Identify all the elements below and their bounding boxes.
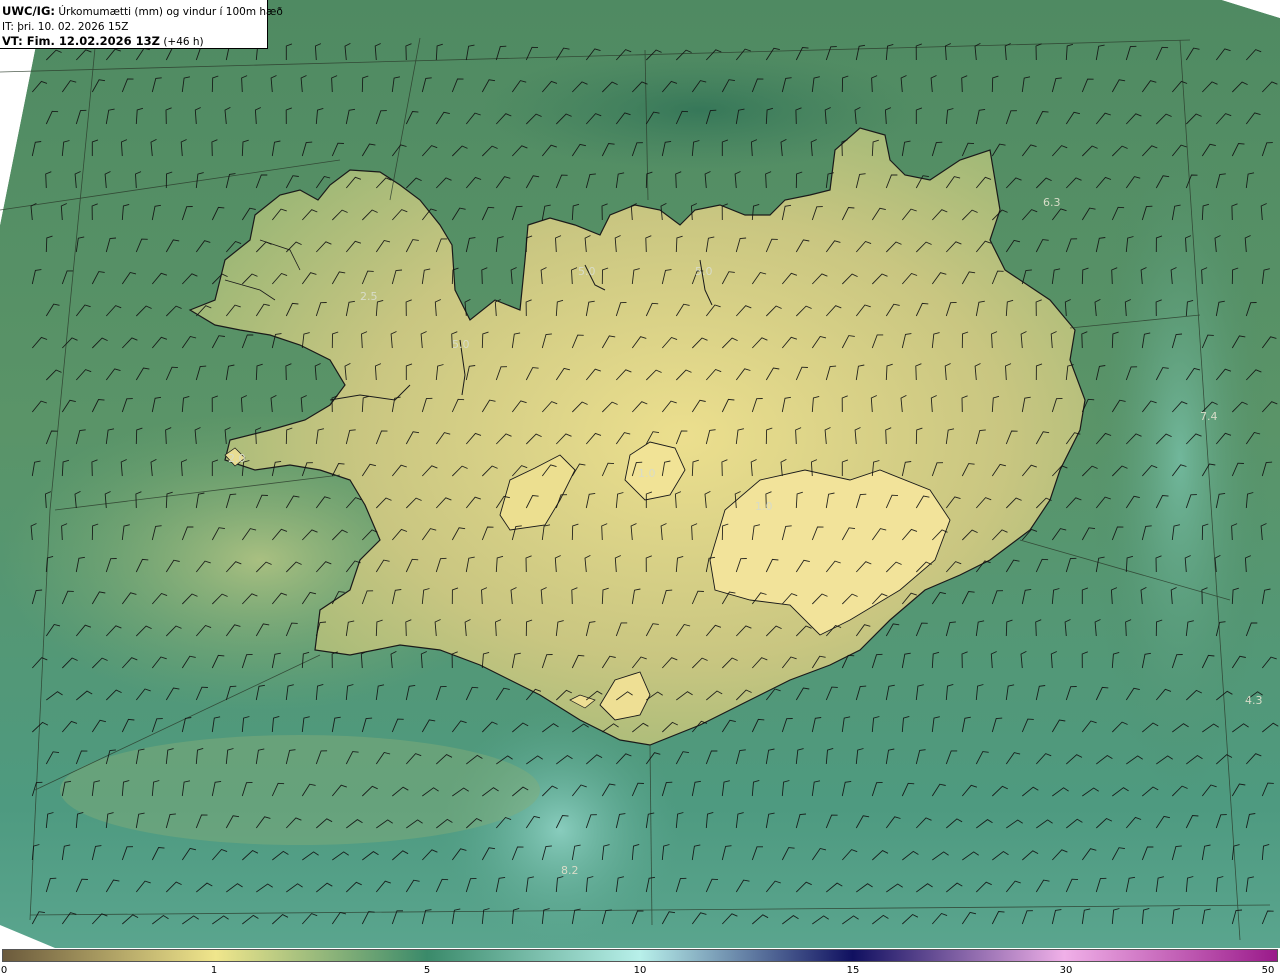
- colorbar-tick: 15: [846, 965, 860, 976]
- sw-lighter-band: [60, 735, 540, 845]
- maximum-value-label: 2.5: [360, 290, 378, 303]
- map-area[interactable]: 2.5 5.0 5.0 5.0 2.0 1.0 1.0 6.3 7.4 4.3 …: [0, 0, 1280, 948]
- colorbar-strip: [2, 949, 1278, 962]
- valid-offset: (+46 h): [163, 36, 204, 48]
- maximum-value-label: 5.0: [578, 265, 596, 278]
- colorbar-tick: 1: [210, 965, 218, 976]
- maximum-value-label: 5.0: [452, 338, 470, 351]
- model-name: UWC/IG:: [2, 4, 55, 18]
- maximum-value-label: 6.3: [1043, 196, 1061, 209]
- colorbar-tick: 50: [1261, 965, 1275, 976]
- colorbar-tick: 0: [0, 965, 8, 976]
- valid-time: VT: Fim. 12.02.2026 13Z: [2, 34, 160, 48]
- colorbar-gradient: [3, 950, 1277, 961]
- precipitation-map: 2.5 5.0 5.0 5.0 2.0 1.0 1.0 6.3 7.4 4.3 …: [0, 0, 1280, 948]
- maximum-value-label: 7.4: [1200, 410, 1218, 423]
- colorbar-tick: 5: [423, 965, 431, 976]
- south-plume: [440, 710, 680, 948]
- maximum-value-label: 5.0: [695, 265, 713, 278]
- issue-time: IT: þri. 10. 02. 2026 15Z: [2, 20, 129, 33]
- title-line: UWC/IG: Úrkomumætti (mm) og vindur í 100…: [2, 4, 283, 20]
- colorbar-tick: 30: [1059, 965, 1073, 976]
- valid-time-line: VT: Fim. 12.02.2026 13Z (+46 h): [2, 34, 265, 50]
- maximum-value-label: 8.2: [561, 864, 579, 877]
- maximum-value-label: 1.0: [755, 500, 773, 513]
- maximum-value-label: 2.0: [228, 452, 246, 465]
- colorbar: 0 1 5 10 15 30 50: [0, 948, 1280, 978]
- maximum-value-label: 4.3: [1245, 694, 1263, 707]
- title-box: UWC/IG: Úrkomumætti (mm) og vindur í 100…: [0, 0, 283, 50]
- east-plume: [1090, 130, 1270, 790]
- field-name: Úrkomumætti (mm) og vindur í 100m hæð: [58, 6, 283, 18]
- colorbar-tick: 10: [633, 965, 647, 976]
- maximum-value-label: 1.0: [638, 467, 656, 480]
